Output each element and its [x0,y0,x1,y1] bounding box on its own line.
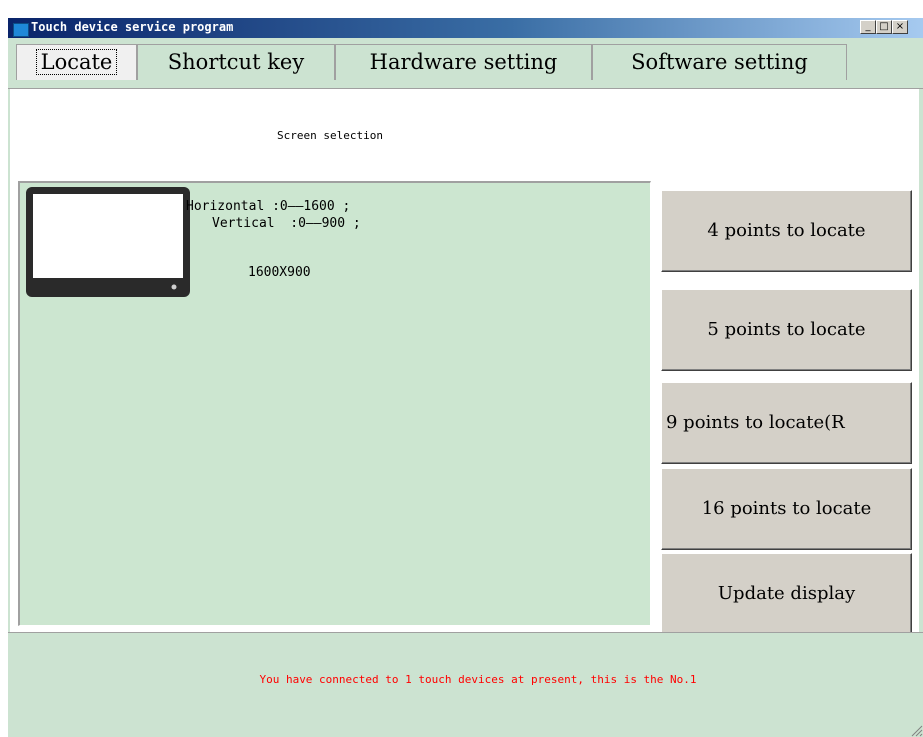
screen-selection-label: Screen selection [277,129,383,142]
app-window: Touch device service program _ □ × Locat… [8,18,923,737]
title-bar[interactable]: Touch device service program _ □ × [8,18,923,38]
tab-shortcut-key[interactable]: Shortcut key [137,44,335,80]
nine-points-locate-button[interactable]: 9 points to locate(R [661,382,912,464]
vertical-range-text: Vertical :0——900 ; [212,216,361,231]
tab-software-setting-label: Software setting [631,50,808,74]
sixteen-points-locate-button[interactable]: 16 points to locate [661,468,912,550]
tab-shortcut-key-label: Shortcut key [167,50,305,74]
tab-hardware-setting[interactable]: Hardware setting [335,44,592,80]
tab-locate-label: Locate [35,49,118,75]
status-bar: You have connected to 1 touch devices at… [8,632,923,737]
minimize-button[interactable]: _ [860,20,876,34]
window-title: Touch device service program [31,20,234,34]
update-display-button[interactable]: Update display [661,553,912,635]
tab-strip: Locate Shortcut key Hardware setting Sof… [8,38,923,89]
resize-grip-icon[interactable] [909,723,923,737]
close-button[interactable]: × [892,20,908,34]
five-points-locate-button[interactable]: 5 points to locate [661,289,912,371]
connection-status-text: You have connected to 1 touch devices at… [259,673,697,686]
tab-software-setting[interactable]: Software setting [592,44,847,80]
four-points-locate-button[interactable]: 4 points to locate [661,190,912,272]
app-icon [13,23,29,37]
locate-tab-content: Screen selection Horizontal :0——1600 ; V… [10,89,919,635]
maximize-button[interactable]: □ [876,20,892,34]
screen-selection-panel: Horizontal :0——1600 ; Vertical :0——900 ;… [18,181,651,626]
tab-locate[interactable]: Locate [16,44,137,80]
horizontal-range-text: Horizontal :0——1600 ; [186,199,351,214]
tab-hardware-setting-label: Hardware setting [369,50,558,74]
resolution-text: 1600X900 [248,265,311,280]
monitor-icon[interactable] [26,187,190,297]
